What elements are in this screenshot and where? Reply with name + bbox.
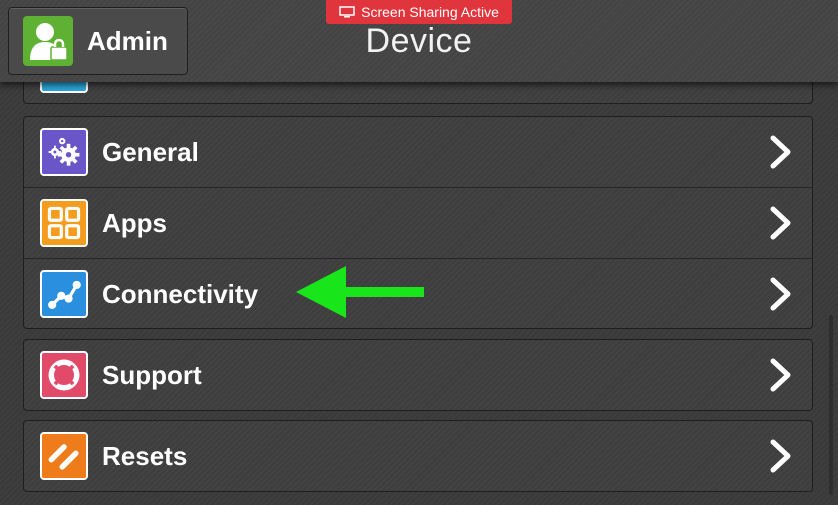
chevron-right-icon (770, 277, 791, 311)
connectivity-icon (40, 270, 88, 318)
admin-button[interactable]: Admin (8, 7, 188, 75)
chevron-right-icon (770, 206, 791, 240)
gears-icon (40, 128, 88, 176)
menu-item-label: Support (102, 359, 202, 390)
screen-sharing-text: Screen Sharing Active (361, 4, 499, 20)
chevron-right-icon (770, 358, 791, 392)
screen-sharing-badge: Screen Sharing Active (326, 0, 512, 24)
menu-group-support: Support (23, 339, 813, 411)
highlight-arrow-icon (296, 266, 424, 318)
menu-item-label: Connectivity (102, 278, 259, 309)
menu-item-resets[interactable]: Resets (24, 421, 812, 491)
screen-share-icon (339, 6, 355, 18)
scrollbar[interactable] (829, 315, 833, 495)
chevron-right-icon (770, 135, 791, 169)
menu-item-label: Apps (102, 207, 167, 238)
menu-group-resets: Resets (23, 420, 813, 492)
resets-icon (40, 432, 88, 480)
apps-grid-icon (40, 199, 88, 247)
top-header: Screen Sharing Active Device Admin (0, 0, 838, 82)
lifebuoy-icon (40, 351, 88, 399)
admin-label: Admin (87, 25, 168, 56)
menu-item-apps[interactable]: Apps (24, 187, 812, 258)
menu-item-general[interactable]: General (24, 117, 812, 187)
chevron-right-icon (770, 439, 791, 473)
menu-item-label: General (102, 136, 199, 167)
menu-item-label: Resets (102, 440, 188, 471)
admin-user-icon (23, 16, 73, 66)
menu-item-support[interactable]: Support (24, 340, 812, 410)
